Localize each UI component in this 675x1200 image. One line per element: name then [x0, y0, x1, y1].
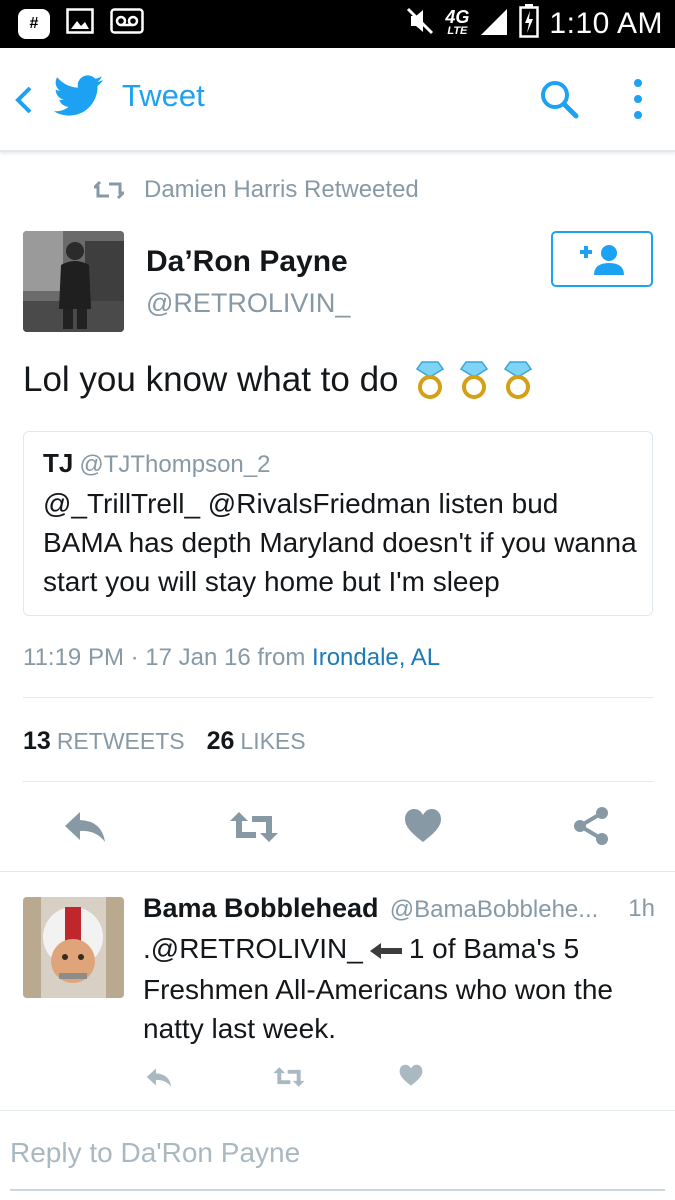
heart-icon — [405, 809, 441, 842]
follow-button[interactable] — [551, 231, 653, 287]
reply-reply-button[interactable] — [144, 1066, 174, 1093]
tweet-stats: 13 RETWEETS 26 LIKES — [23, 727, 306, 756]
retweet-icon — [273, 1067, 305, 1087]
reply-time: 1h — [628, 895, 655, 922]
tweet-text-row: Lol you know what to do — [23, 360, 535, 400]
avatar-photo — [23, 231, 124, 332]
network-sub-label: LTE — [447, 24, 468, 37]
twitter-bird-icon — [53, 75, 104, 116]
reply-author-handle[interactable]: @BamaBobblehe... — [390, 896, 599, 923]
back-button[interactable] — [12, 84, 34, 121]
reply-like-button[interactable] — [399, 1064, 423, 1092]
tweet-meta: 11:19 PM · 17 Jan 16 from Irondale, AL — [23, 644, 440, 672]
reply-button[interactable] — [62, 808, 108, 849]
quoted-tweet-header: TJ @TJThompson_2 — [43, 448, 270, 479]
reply-composer — [0, 1110, 675, 1200]
from-label: from — [257, 644, 306, 671]
author-name[interactable]: Da’Ron Payne — [146, 245, 348, 279]
page-title: Tweet — [122, 78, 205, 113]
add-user-icon — [580, 245, 624, 275]
retweet-button[interactable] — [228, 810, 280, 849]
voicemail-icon — [110, 8, 144, 39]
reply-author-name[interactable]: Bama Bobblehead — [143, 893, 379, 923]
search-button[interactable] — [538, 78, 580, 125]
ring-emojis — [413, 360, 535, 400]
reply-retweet-button[interactable] — [272, 1066, 306, 1093]
left-arrow-emoji-icon — [369, 931, 403, 970]
tweet-text: Lol you know what to do — [23, 360, 399, 399]
quoted-tweet[interactable]: TJ @TJThompson_2 @_TrillTrell_ @RivalsFri… — [23, 431, 653, 616]
twitter-logo[interactable] — [53, 74, 104, 123]
ring-emoji-icon — [503, 361, 532, 399]
retweet-icon — [94, 180, 124, 200]
ring-emoji-icon — [459, 361, 488, 399]
retweets-stat[interactable]: 13 RETWEETS — [23, 727, 185, 756]
reply-icon — [146, 1068, 172, 1087]
hash-icon: # — [18, 8, 50, 39]
retweets-label: RETWEETS — [56, 728, 185, 754]
avatar-photo — [23, 897, 124, 998]
signal-icon — [479, 5, 509, 42]
more-options-button[interactable] — [632, 78, 644, 125]
divider — [23, 781, 653, 782]
like-button[interactable] — [404, 808, 442, 849]
reply-icon — [65, 812, 105, 842]
likes-count: 26 — [206, 727, 235, 755]
clock: 1:10 AM — [549, 6, 663, 40]
divider — [0, 871, 675, 872]
retweets-count: 13 — [23, 727, 51, 755]
quoted-tweet-text: @_TrillTrell_ @RivalsFriedman listen bud… — [43, 488, 637, 597]
reply-mention: .@RETROLIVIN_ — [143, 933, 363, 964]
divider — [23, 697, 653, 698]
share-icon — [574, 807, 608, 845]
reply-author-avatar[interactable] — [23, 897, 124, 998]
quoted-author-handle: @TJThompson_2 — [79, 451, 271, 478]
network-label: 4G — [445, 6, 470, 27]
network-indicator: 4G LTE — [445, 6, 470, 38]
status-bar: # 4G LTE 1:10 AM — [0, 0, 675, 48]
mute-icon — [405, 6, 435, 41]
overflow-menu-icon — [634, 79, 642, 119]
battery-icon — [519, 4, 540, 43]
share-button[interactable] — [572, 806, 610, 851]
search-icon — [541, 81, 579, 119]
app-bar: Tweet — [0, 48, 675, 152]
reply-text[interactable]: .@RETROLIVIN_ 1 of Bama's 5 Freshmen All-… — [143, 929, 653, 1048]
likes-stat[interactable]: 26 LIKES — [207, 727, 306, 756]
retweeted-by: Damien Harris Retweeted — [94, 176, 419, 204]
quoted-author-name: TJ — [43, 448, 74, 478]
tweet-location[interactable]: Irondale, AL — [312, 644, 440, 671]
ring-emoji-icon — [415, 361, 444, 399]
tweet-timestamp: 11:19 PM · 17 Jan 16 — [23, 644, 251, 671]
author-avatar[interactable] — [23, 231, 124, 332]
likes-label: LIKES — [240, 728, 306, 754]
author-handle[interactable]: @RETROLIVIN_ — [146, 288, 350, 319]
reply-header: Bama Bobblehead @BamaBobblehe... 1h — [143, 893, 655, 924]
heart-icon — [399, 1064, 423, 1086]
retweet-icon — [230, 812, 278, 842]
image-icon — [66, 8, 94, 39]
reply-input[interactable] — [10, 1137, 665, 1169]
chevron-left-icon — [15, 86, 32, 114]
retweeted-by-text: Damien Harris Retweeted — [144, 176, 419, 203]
reply-input-underline — [10, 1189, 665, 1191]
